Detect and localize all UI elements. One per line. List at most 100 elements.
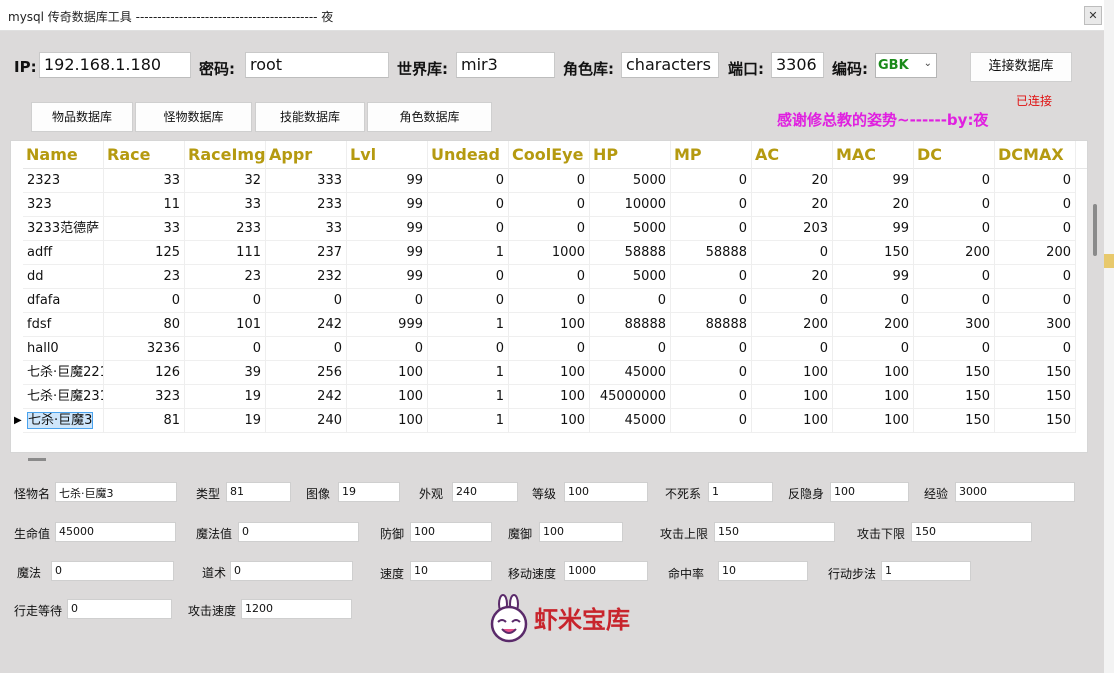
table-cell[interactable]: 200 xyxy=(752,313,833,337)
table-row[interactable]: 3233范德萨 33 233 33 99 0 0 5000 0 203 99 0 0 xyxy=(11,217,1087,241)
column-header[interactable]: CoolEye xyxy=(509,141,590,169)
column-header[interactable]: DC xyxy=(914,141,995,169)
table-cell[interactable]: 200 xyxy=(995,241,1076,265)
ip-input[interactable]: 192.168.1.180 xyxy=(39,52,191,78)
table-cell[interactable]: 88888 xyxy=(590,313,671,337)
table-cell[interactable]: 1 xyxy=(428,241,509,265)
step-field[interactable]: 1 xyxy=(881,561,971,581)
mp-field[interactable]: 0 xyxy=(238,522,359,542)
table-cell[interactable]: 0 xyxy=(752,241,833,265)
table-cell[interactable]: 150 xyxy=(914,385,995,409)
table-cell[interactable]: 1 xyxy=(428,385,509,409)
table-cell[interactable]: 0 xyxy=(104,289,185,313)
table-cell[interactable]: 33 xyxy=(266,217,347,241)
table-cell[interactable]: 0 xyxy=(995,217,1076,241)
attack-min-field[interactable]: 150 xyxy=(911,522,1032,542)
table-cell[interactable]: 99 xyxy=(833,217,914,241)
table-cell[interactable]: 100 xyxy=(752,385,833,409)
table-cell[interactable]: 0 xyxy=(347,289,428,313)
table-cell[interactable]: 99 xyxy=(833,265,914,289)
undead-field[interactable]: 1 xyxy=(708,482,773,502)
table-cell[interactable]: 300 xyxy=(995,313,1076,337)
table-cell[interactable]: 0 xyxy=(752,337,833,361)
table-row[interactable]: fdsf 80 101 242 999 1 100 88888 88888 200 200 300 30… xyxy=(11,313,1087,337)
table-cell[interactable]: 0 xyxy=(671,337,752,361)
table-cell[interactable]: 0 xyxy=(914,193,995,217)
table-cell[interactable]: 32 xyxy=(185,169,266,193)
table-cell[interactable]: 99 xyxy=(347,217,428,241)
table-cell[interactable]: hall0 xyxy=(23,337,104,361)
table-cell[interactable]: 300 xyxy=(914,313,995,337)
table-cell[interactable]: 1000 xyxy=(509,241,590,265)
table-cell[interactable]: 99 xyxy=(833,169,914,193)
table-cell[interactable]: 0 xyxy=(914,265,995,289)
table-cell[interactable]: 101 xyxy=(185,313,266,337)
table-cell[interactable]: 0 xyxy=(428,193,509,217)
table-cell[interactable]: 100 xyxy=(752,361,833,385)
table-cell[interactable]: 0 xyxy=(671,409,752,433)
monster-table[interactable]: Name Race RaceImg Appr Lvl Undead CoolEye HP MP A… xyxy=(10,140,1088,453)
table-cell[interactable]: 0 xyxy=(509,169,590,193)
table-cell[interactable]: 20 xyxy=(752,169,833,193)
table-cell[interactable]: 200 xyxy=(914,241,995,265)
table-cell[interactable]: 七杀·巨魔231 xyxy=(23,385,104,409)
table-row[interactable]: adff 125 111 237 99 1 1000 58888 58888 0 150 200 200 xyxy=(11,241,1087,265)
image-field[interactable]: 19 xyxy=(338,482,400,502)
table-cell[interactable]: 0 xyxy=(428,265,509,289)
table-cell[interactable]: 0 xyxy=(266,337,347,361)
table-cell[interactable]: 23 xyxy=(185,265,266,289)
column-header[interactable]: HP xyxy=(590,141,671,169)
table-cell[interactable]: 0 xyxy=(428,337,509,361)
table-cell[interactable]: 100 xyxy=(509,313,590,337)
table-cell[interactable]: 0 xyxy=(671,193,752,217)
table-cell[interactable]: 39 xyxy=(185,361,266,385)
table-cell[interactable]: 0 xyxy=(833,289,914,313)
table-cell[interactable]: 0 xyxy=(509,193,590,217)
name-field[interactable]: 七杀·巨魔3 xyxy=(55,482,177,502)
tab-item-db[interactable]: 物品数据库 xyxy=(31,102,133,132)
column-header[interactable]: Appr xyxy=(266,141,347,169)
table-row[interactable]: dd 23 23 232 99 0 0 5000 0 20 99 0 0 xyxy=(11,265,1087,289)
table-cell[interactable]: 111 xyxy=(185,241,266,265)
exp-field[interactable]: 3000 xyxy=(955,482,1075,502)
table-cell[interactable]: 1 xyxy=(428,313,509,337)
table-cell[interactable]: 0 xyxy=(509,337,590,361)
table-cell[interactable]: 100 xyxy=(752,409,833,433)
column-header[interactable]: DCMAX xyxy=(995,141,1076,169)
table-cell[interactable]: 0 xyxy=(671,217,752,241)
table-cell[interactable]: 45000000 xyxy=(590,385,671,409)
appearance-field[interactable]: 240 xyxy=(452,482,518,502)
table-cell[interactable]: 19 xyxy=(185,385,266,409)
level-field[interactable]: 100 xyxy=(564,482,648,502)
table-cell[interactable]: 七杀·巨魔221 xyxy=(23,361,104,385)
port-input[interactable]: 3306 xyxy=(771,52,824,78)
table-cell[interactable]: 232 xyxy=(266,265,347,289)
column-header[interactable]: Race xyxy=(104,141,185,169)
table-cell[interactable]: 100 xyxy=(833,361,914,385)
table-cell[interactable]: 150 xyxy=(914,409,995,433)
defense-field[interactable]: 100 xyxy=(410,522,492,542)
table-cell[interactable]: 0 xyxy=(833,337,914,361)
table-cell[interactable]: 58888 xyxy=(590,241,671,265)
table-cell[interactable]: 100 xyxy=(833,409,914,433)
table-cell[interactable]: 0 xyxy=(185,289,266,313)
close-button[interactable]: ✕ xyxy=(1084,6,1102,25)
table-cell[interactable]: 0 xyxy=(428,217,509,241)
table-cell[interactable]: 100 xyxy=(509,361,590,385)
walk-wait-field[interactable]: 0 xyxy=(67,599,172,619)
table-cell[interactable]: 100 xyxy=(833,385,914,409)
magic-field[interactable]: 0 xyxy=(51,561,174,581)
table-cell[interactable]: fdsf xyxy=(23,313,104,337)
column-header[interactable] xyxy=(1076,141,1087,169)
table-cell[interactable]: 100 xyxy=(347,361,428,385)
table-row[interactable]: 2323 33 32 333 99 0 0 5000 0 20 99 0 0 xyxy=(11,169,1087,193)
hp-field[interactable]: 45000 xyxy=(55,522,176,542)
table-cell[interactable]: 0 xyxy=(914,289,995,313)
table-cell[interactable]: 0 xyxy=(995,169,1076,193)
table-cell[interactable]: 200 xyxy=(833,313,914,337)
table-cell[interactable]: 0 xyxy=(671,169,752,193)
table-cell[interactable]: 23 xyxy=(104,265,185,289)
table-cell[interactable]: 233 xyxy=(185,217,266,241)
password-input[interactable]: root xyxy=(245,52,389,78)
table-cell[interactable]: 0 xyxy=(590,289,671,313)
